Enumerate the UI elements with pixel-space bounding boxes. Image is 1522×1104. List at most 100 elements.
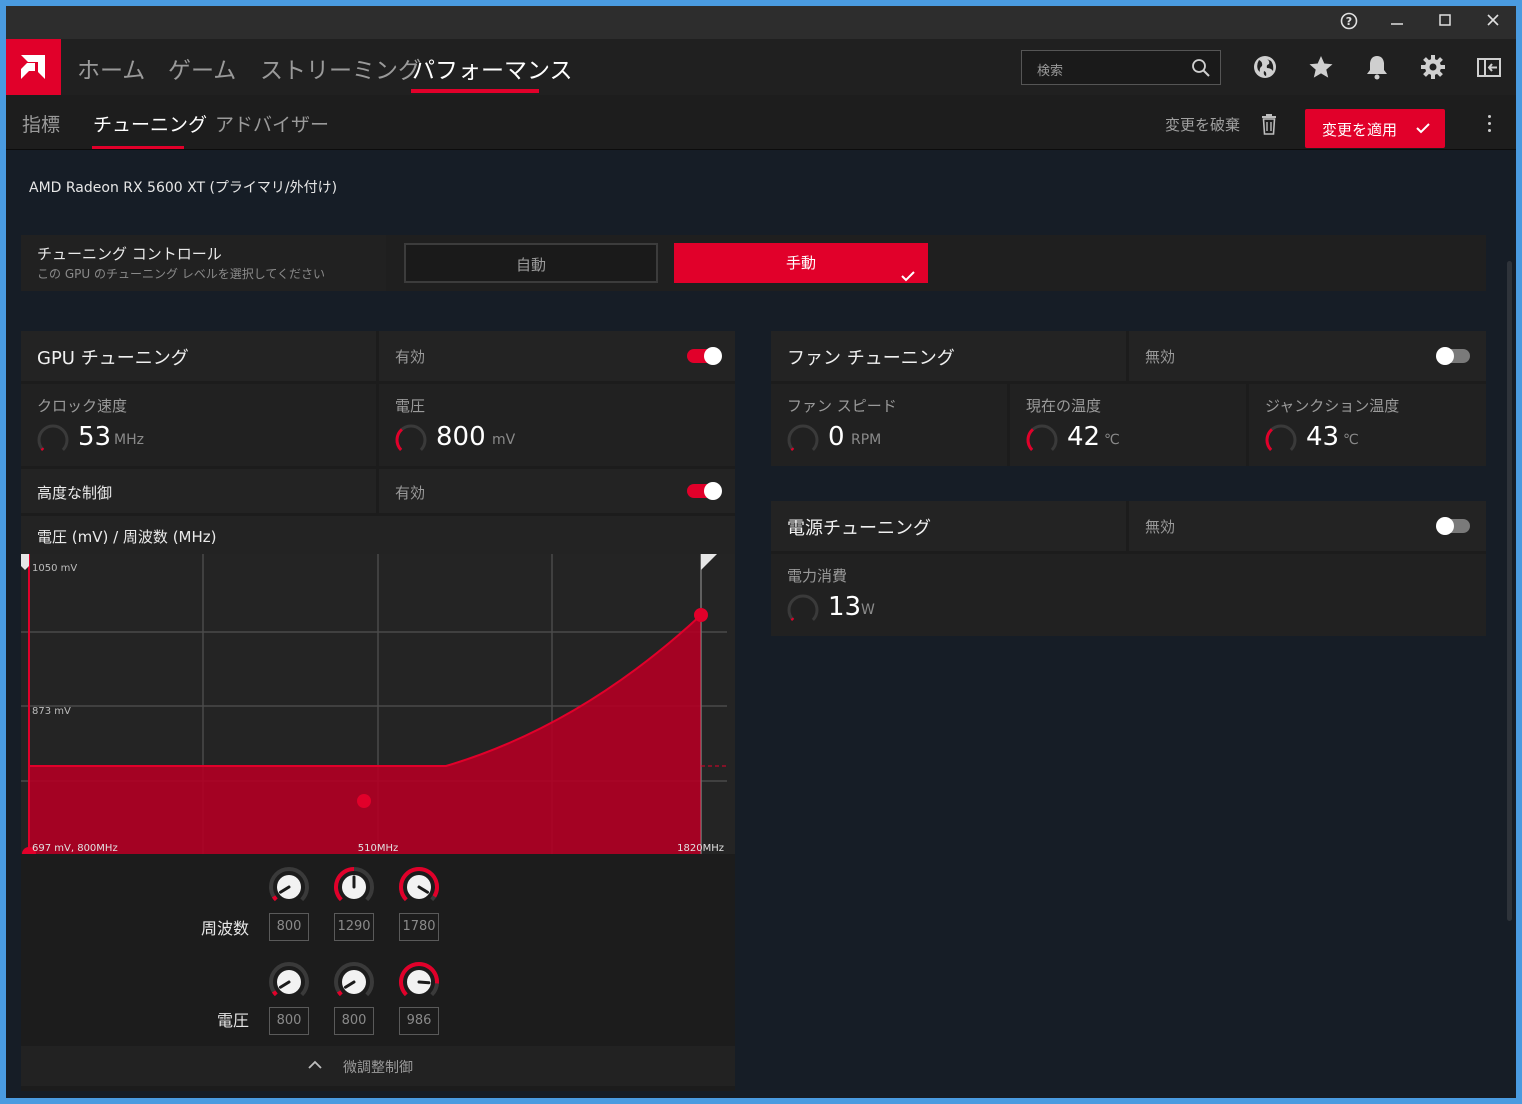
power-tuning-status-cell: 無効 — [1129, 501, 1486, 551]
nav-performance[interactable]: パフォーマンス — [412, 51, 573, 85]
voltage-value-field-1[interactable]: 800 — [269, 1007, 309, 1035]
voltage-frequency-chart[interactable]: 1050 mV 873 mV 697 mV, 800MHz 510MHz 1820MHz — [21, 554, 735, 861]
auto-mode-button[interactable]: 自動 — [404, 243, 658, 283]
fan-speed-gauge-icon — [787, 424, 819, 451]
curve-title-cell: 電圧 (mV) / 周波数 (MHz) — [21, 516, 735, 554]
power-consumption-label: 電力消費 — [787, 567, 848, 585]
tuning-control-info: チューニング コントロール この GPU のチューニング レベルを選択してくださ… — [21, 235, 386, 291]
fan-tuning-header: ファン チューニング — [771, 331, 1126, 381]
fan-tuning-status-cell: 無効 — [1129, 331, 1486, 381]
clock-speed-label: クロック速度 — [37, 397, 128, 415]
current-temp-label: 現在の温度 — [1026, 397, 1102, 415]
tuning-control-title: チューニング コントロール — [37, 245, 222, 263]
fan-tuning-title: ファン チューニング — [787, 348, 955, 369]
discard-changes-button[interactable]: 変更を破棄 — [1165, 114, 1240, 135]
help-icon[interactable]: ? — [1338, 12, 1360, 34]
clock-speed-unit: MHz — [114, 432, 144, 448]
voltage-knob-1[interactable] — [268, 961, 310, 1003]
voltage-label: 電圧 — [395, 397, 426, 415]
star-icon[interactable] — [1307, 53, 1335, 81]
tuning-control-subtitle: この GPU のチューニング レベルを選択してください — [37, 267, 326, 281]
frequency-value-field-2[interactable]: 1290 — [334, 913, 374, 941]
trash-icon[interactable] — [1260, 113, 1278, 139]
power-tuning-header: 電源チューニング — [771, 501, 1126, 551]
clock-speed-cell: クロック速度 53 MHz — [21, 384, 376, 466]
globe-icon[interactable] — [1251, 53, 1279, 81]
apply-changes-button[interactable]: 変更を適用 — [1305, 109, 1445, 148]
voltage-value-field-3[interactable]: 986 — [399, 1007, 439, 1035]
title-bar: ? — [6, 6, 1516, 39]
voltage-knob-2[interactable] — [333, 961, 375, 1003]
power-consumption-gauge-icon — [787, 594, 819, 621]
gpu-tuning-status: 有効 — [395, 348, 426, 366]
frequency-value-field-1[interactable]: 800 — [269, 913, 309, 941]
curve-point-2 — [357, 794, 371, 808]
fan-tuning-status: 無効 — [1145, 348, 1176, 366]
current-temp-unit: ℃ — [1104, 432, 1120, 448]
manual-mode-button[interactable]: 手動 — [674, 243, 928, 283]
amd-logo-icon[interactable] — [6, 39, 61, 95]
gpu-tuning-header: GPU チューニング — [21, 331, 376, 381]
gpu-tuning-title: GPU チューニング — [37, 348, 189, 369]
current-temp-value: 42 — [1067, 422, 1101, 452]
scrollbar[interactable] — [1507, 261, 1512, 921]
search-input[interactable]: 検索 — [1021, 50, 1221, 85]
fan-speed-value: 0 — [828, 422, 845, 452]
tuning-control-panel: チューニング コントロール この GPU のチューニング レベルを選択してくださ… — [21, 235, 1486, 291]
curve-point-3 — [694, 608, 708, 622]
check-icon — [901, 257, 915, 297]
gear-icon[interactable] — [1419, 53, 1447, 81]
power-consumption-value: 13 — [828, 592, 862, 622]
current-temp-cell: 現在の温度 42 ℃ — [1010, 384, 1246, 466]
tab-tuning[interactable]: チューニング — [93, 110, 207, 137]
voltage-frequency-chart-svg[interactable]: 1050 mV 873 mV 697 mV, 800MHz 510MHz 1820MHz — [21, 554, 735, 861]
junction-temp-value: 43 — [1306, 422, 1340, 452]
frequency-knob-1[interactable] — [268, 866, 310, 908]
advanced-control-toggle[interactable] — [687, 482, 722, 500]
close-icon[interactable] — [1482, 12, 1504, 34]
search-icon[interactable] — [1191, 58, 1211, 82]
fan-speed-unit: RPM — [851, 432, 882, 448]
power-tuning-title: 電源チューニング — [787, 518, 931, 539]
tab-metrics[interactable]: 指標 — [22, 110, 60, 137]
frequency-knob-2[interactable] — [333, 866, 375, 908]
search-placeholder: 検索 — [1037, 64, 1064, 79]
advanced-control-label: 高度な制御 — [37, 484, 113, 502]
power-tuning-status: 無効 — [1145, 518, 1176, 536]
chevron-up-icon — [308, 1060, 322, 1069]
gpu-tuning-status-cell: 有効 — [379, 331, 735, 381]
clock-speed-gauge-icon — [37, 424, 69, 451]
power-tuning-toggle[interactable] — [1436, 517, 1470, 535]
junction-temp-gauge-icon — [1265, 424, 1297, 451]
sub-navigation: 指標 チューニング アドバイザー 変更を破棄 変更を適用 — [6, 95, 1516, 150]
fan-tuning-panel: ファン チューニング 無効 ファン スピード 0 RPM 現在の温度 42 ℃ … — [771, 331, 1486, 466]
fine-tune-control-toggle[interactable]: 微調整制御 — [21, 1046, 735, 1086]
junction-temp-cell: ジャンクション温度 43 ℃ — [1249, 384, 1486, 466]
power-consumption-unit: W — [861, 602, 875, 618]
tab-advisor[interactable]: アドバイザー — [215, 110, 329, 137]
nav-games[interactable]: ゲーム — [168, 51, 236, 85]
sidebar-toggle-icon[interactable] — [1475, 53, 1503, 81]
minimize-icon[interactable] — [1386, 12, 1408, 34]
app-window: ? ホーム ゲーム ストリーミング パフォーマンス 検索 指標 チューニング ア… — [6, 6, 1516, 1098]
fan-tuning-toggle[interactable] — [1436, 347, 1470, 365]
voltage-cell: 電圧 800 mV — [379, 384, 735, 466]
y-tick-label: 1050 mV — [32, 563, 77, 574]
maximize-icon[interactable] — [1434, 12, 1456, 34]
power-consumption-cell: 電力消費 13 W — [771, 554, 1486, 636]
curve-title: 電圧 (mV) / 周波数 (MHz) — [37, 528, 217, 546]
frequency-knob-3[interactable] — [398, 866, 440, 908]
nav-streaming[interactable]: ストリーミング — [260, 51, 421, 85]
voltage-knob-3[interactable] — [398, 961, 440, 1003]
nav-home[interactable]: ホーム — [77, 51, 145, 85]
gpu-name: AMD Radeon RX 5600 XT (プライマリ/外付け) — [29, 180, 338, 196]
bell-icon[interactable] — [1363, 53, 1391, 81]
svg-text:?: ? — [1346, 15, 1352, 28]
frequency-knobs-label: 周波数 — [201, 919, 250, 938]
frequency-value-field-3[interactable]: 1780 — [399, 913, 439, 941]
voltage-value-field-2[interactable]: 800 — [334, 1007, 374, 1035]
more-options-icon[interactable] — [1483, 115, 1495, 137]
fine-tune-control-label: 微調整制御 — [343, 1060, 413, 1076]
voltage-unit: mV — [492, 432, 516, 448]
gpu-tuning-toggle[interactable] — [687, 347, 722, 365]
